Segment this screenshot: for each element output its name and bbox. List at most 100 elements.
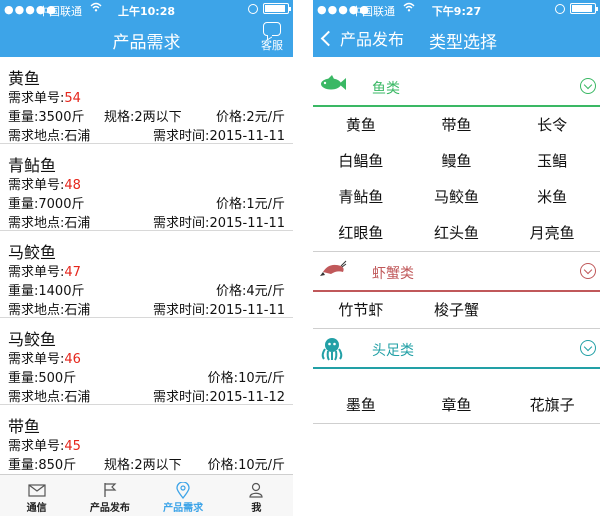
type-option[interactable]: 长令 xyxy=(504,107,600,143)
demand-card[interactable]: 带鱼 需求单号:45 重量:850斤 规格:2两以下 价格:10元/斤 xyxy=(0,405,293,474)
page-title: 产品需求 xyxy=(112,33,181,53)
shrimp-crab-grid: 竹节虾 梭子蟹 xyxy=(313,292,600,329)
weight-value: 500斤 xyxy=(38,371,77,386)
spec-value: 2两以下 xyxy=(134,110,182,125)
battery-icon xyxy=(570,3,598,14)
tab-messages[interactable]: 通信 xyxy=(0,475,73,516)
weight-value: 1400斤 xyxy=(38,284,85,299)
price-label: 价格: xyxy=(215,284,247,299)
tab-me[interactable]: 我 xyxy=(220,475,293,516)
order-no-value: 45 xyxy=(64,439,81,454)
header: ●●●●● 中国联通 下午9:27 产品发布 类型选择 xyxy=(313,0,600,57)
section-header-fish[interactable]: 鱼类 xyxy=(313,67,600,107)
octopus-icon xyxy=(319,337,345,365)
time-label: 需求时间: xyxy=(153,303,210,318)
section-label: 鱼类 xyxy=(372,81,400,97)
tab-label: 通信 xyxy=(26,503,47,514)
rotation-lock-icon xyxy=(555,3,565,14)
customer-service-button[interactable]: 客服 xyxy=(259,22,285,53)
nav-bar: 产品发布 类型选择 xyxy=(313,20,600,57)
chevron-down-icon[interactable] xyxy=(580,340,596,356)
tab-publish[interactable]: 产品发布 xyxy=(73,475,146,516)
type-option[interactable]: 花旗子 xyxy=(504,387,600,423)
weight-value: 3500斤 xyxy=(38,110,85,125)
weight-label: 重量: xyxy=(8,371,39,386)
price-label: 价格: xyxy=(215,197,247,212)
price-value: 10元/斤 xyxy=(238,458,285,473)
type-option[interactable]: 白鲳鱼 xyxy=(313,143,409,179)
price-value: 10元/斤 xyxy=(238,371,285,386)
location-value: 石浦 xyxy=(64,303,91,318)
product-name: 带鱼 xyxy=(8,417,41,436)
type-option[interactable]: 米鱼 xyxy=(504,179,600,215)
header: ●●●●● 中国联通 上午10:28 产品需求 客服 xyxy=(0,0,293,57)
location-value: 石浦 xyxy=(64,390,91,405)
customer-service-label: 客服 xyxy=(261,39,283,52)
fish-grid: 黄鱼 带鱼 长令 白鲳鱼 鳗鱼 玉鲳 青鲇鱼 马鲛鱼 米鱼 红眼鱼 红头鱼 月亮… xyxy=(313,107,600,252)
chevron-down-icon[interactable] xyxy=(580,78,596,94)
time-label: 需求时间: xyxy=(153,216,210,231)
section-header-shrimp-crab[interactable]: 虾蟹类 xyxy=(313,252,600,292)
tab-label: 我 xyxy=(251,503,262,514)
type-option[interactable]: 墨鱼 xyxy=(313,387,409,423)
type-option[interactable]: 月亮鱼 xyxy=(504,215,600,251)
mail-icon xyxy=(0,481,73,499)
location-value: 石浦 xyxy=(64,216,91,231)
order-no-value: 54 xyxy=(64,91,81,106)
weight-label: 重量: xyxy=(8,110,39,125)
type-option[interactable]: 红头鱼 xyxy=(409,215,505,251)
nav-bar: 产品需求 客服 xyxy=(0,20,293,57)
demand-card[interactable]: 马鲛鱼 需求单号:46 重量:500斤 价格:10元/斤 需求地点:石浦 需求时… xyxy=(0,318,293,405)
type-select-screen: ●●●●● 中国联通 下午9:27 产品发布 类型选择 鱼类 黄鱼 带鱼 长令 … xyxy=(313,0,600,516)
section-label: 头足类 xyxy=(372,343,414,359)
product-name: 马鲛鱼 xyxy=(8,330,57,349)
type-option[interactable]: 带鱼 xyxy=(409,107,505,143)
type-option[interactable]: 玉鲳 xyxy=(504,143,600,179)
weight-label: 重量: xyxy=(8,458,39,473)
spec-label: 规格: xyxy=(104,458,135,473)
status-bar: ●●●●● 中国联通 下午9:27 xyxy=(313,0,600,20)
spec-label: 规格: xyxy=(104,110,135,125)
order-no-value: 46 xyxy=(64,352,81,367)
spec-value: 2两以下 xyxy=(134,458,182,473)
time-label: 需求时间: xyxy=(153,390,210,405)
type-option[interactable]: 黄鱼 xyxy=(313,107,409,143)
weight-value: 850斤 xyxy=(38,458,77,473)
location-value: 石浦 xyxy=(64,129,91,144)
type-option[interactable]: 竹节虾 xyxy=(313,292,409,328)
price-label: 价格: xyxy=(207,458,239,473)
demand-card[interactable]: 青鲇鱼 需求单号:48 重量:7000斤 价格:1元/斤 需求地点:石浦 需求时… xyxy=(0,144,293,231)
time-value: 2015-11-12 xyxy=(209,390,285,405)
tab-bar: 通信 产品发布 产品需求 我 xyxy=(0,474,293,516)
time-value: 2015-11-11 xyxy=(209,216,285,231)
person-icon xyxy=(220,481,293,499)
product-name: 青鲇鱼 xyxy=(8,156,57,175)
price-label: 价格: xyxy=(207,371,239,386)
product-name: 马鲛鱼 xyxy=(8,243,57,262)
tab-demand[interactable]: 产品需求 xyxy=(147,475,220,516)
back-button[interactable]: 产品发布 xyxy=(319,26,404,50)
location-pin-icon xyxy=(147,481,220,499)
type-option[interactable]: 章鱼 xyxy=(409,387,505,423)
back-label: 产品发布 xyxy=(340,30,405,49)
demand-card[interactable]: 马鲛鱼 需求单号:47 重量:1400斤 价格:4元/斤 需求地点:石浦 需求时… xyxy=(0,231,293,318)
battery-icon xyxy=(263,3,291,14)
flag-icon xyxy=(73,481,146,499)
type-option[interactable]: 梭子蟹 xyxy=(409,292,505,328)
chevron-down-icon[interactable] xyxy=(580,263,596,279)
demand-card[interactable]: 黄鱼 需求单号:54 重量:3500斤 规格:2两以下 价格:2元/斤 需求地点… xyxy=(0,57,293,144)
location-label: 需求地点: xyxy=(8,390,65,405)
tab-label: 产品需求 xyxy=(163,503,204,514)
time-label: 需求时间: xyxy=(153,129,210,144)
rotation-lock-icon xyxy=(248,3,258,14)
order-no-value: 48 xyxy=(64,178,81,193)
type-option[interactable]: 马鲛鱼 xyxy=(409,179,505,215)
price-value: 4元/斤 xyxy=(246,284,285,299)
type-option[interactable]: 青鲇鱼 xyxy=(313,179,409,215)
type-option[interactable]: 红眼鱼 xyxy=(313,215,409,251)
type-option[interactable]: 鳗鱼 xyxy=(409,143,505,179)
tab-label: 产品发布 xyxy=(89,503,130,514)
price-value: 1元/斤 xyxy=(246,197,285,212)
fish-icon xyxy=(319,75,347,97)
section-header-cephalopod[interactable]: 头足类 xyxy=(313,329,600,369)
